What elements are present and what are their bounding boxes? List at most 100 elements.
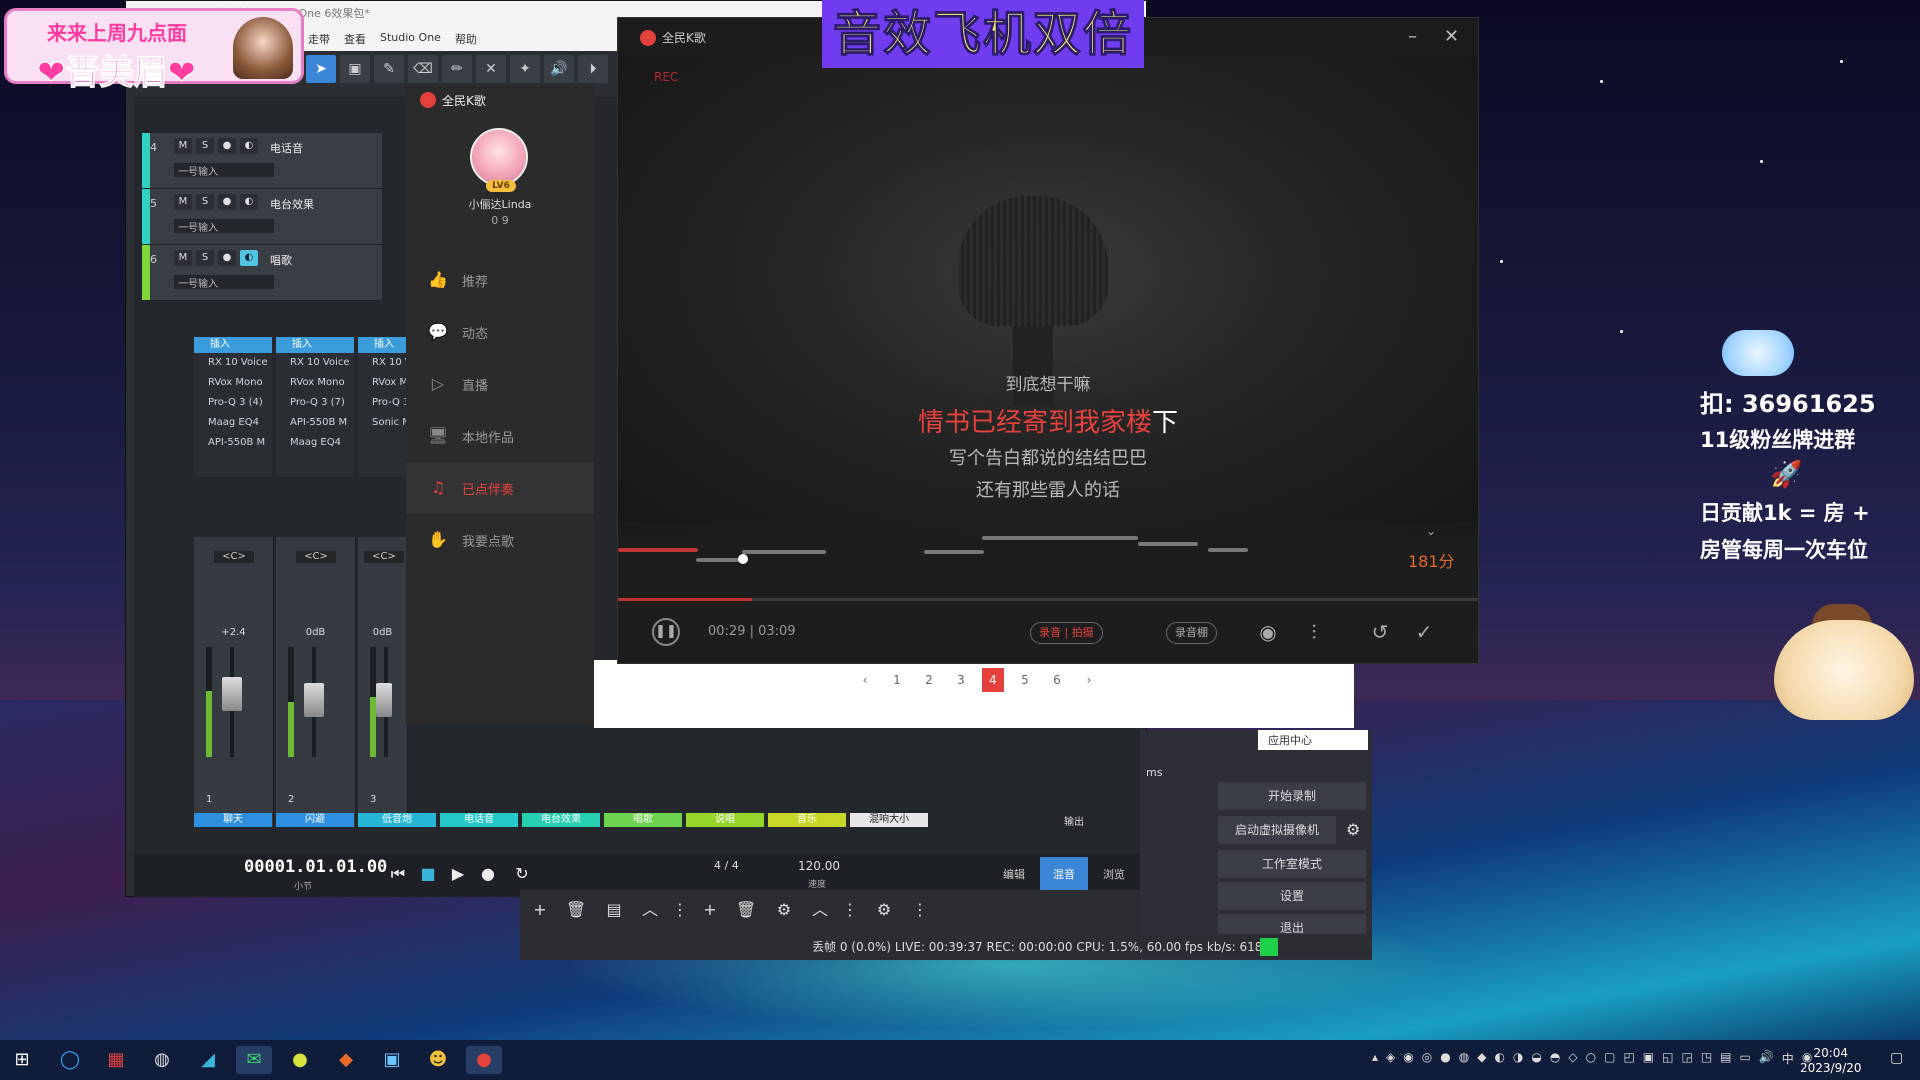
trash-icon[interactable]: 🗑 bbox=[562, 898, 590, 922]
tray-icon[interactable]: ◓ bbox=[1550, 1050, 1560, 1067]
menu-transport[interactable]: 走带 bbox=[308, 31, 330, 46]
app-center-link[interactable]: 应用中心 bbox=[1258, 730, 1368, 750]
tab-edit[interactable]: 编辑 bbox=[990, 857, 1038, 893]
restart-icon[interactable]: ↺ bbox=[1366, 618, 1394, 646]
timecode-display[interactable]: 00001.01.01.00 bbox=[244, 857, 387, 877]
track-header[interactable]: 5 M S ● ◐ 电台效果 一号输入 bbox=[142, 189, 382, 245]
add-icon[interactable]: + bbox=[696, 898, 724, 922]
page-link[interactable]: 6 bbox=[1046, 668, 1068, 692]
bend-tool-icon[interactable]: ✦ bbox=[510, 55, 540, 83]
search-icon[interactable]: ◯ bbox=[52, 1046, 88, 1074]
channel-label[interactable]: 电台效果 bbox=[522, 813, 600, 827]
menu-studio-one[interactable]: Studio One bbox=[380, 31, 441, 45]
insert-header[interactable]: 插入 bbox=[358, 337, 408, 353]
insert-header[interactable]: 插入 bbox=[276, 337, 354, 353]
arrow-tool-icon[interactable]: ➤ bbox=[306, 55, 336, 83]
insert-slot[interactable]: Pro-Q 3 bbox=[358, 393, 408, 413]
filter-settings-icon[interactable]: ⚙ bbox=[870, 898, 898, 922]
move-up-icon[interactable]: ︿ bbox=[806, 898, 834, 922]
record-arm-button[interactable]: ● bbox=[218, 250, 236, 266]
network-icon[interactable]: ▭ bbox=[1740, 1050, 1751, 1067]
clock[interactable]: 20:04 2023/9/20 bbox=[1800, 1046, 1862, 1076]
volume-fader[interactable] bbox=[304, 683, 324, 717]
sidebar-item-recommend[interactable]: 👍 推荐 bbox=[406, 254, 594, 306]
channel-label[interactable]: 音乐 bbox=[768, 813, 846, 827]
pan-knob[interactable]: <C> bbox=[214, 551, 254, 563]
tray-icon[interactable]: ○ bbox=[1586, 1050, 1596, 1067]
tray-icon[interactable]: ▴ bbox=[1372, 1050, 1378, 1067]
channel-label[interactable]: 低音炮 bbox=[358, 813, 436, 827]
settings-button[interactable]: 设置 bbox=[1218, 882, 1366, 910]
stop-icon[interactable]: ■ bbox=[414, 861, 442, 887]
avatar[interactable] bbox=[470, 128, 528, 186]
more-icon[interactable]: ⋮ bbox=[836, 898, 864, 922]
mute-tool-icon[interactable]: ✕ bbox=[476, 55, 506, 83]
pan-knob[interactable]: <C> bbox=[364, 551, 404, 563]
track-name[interactable]: 电话音 bbox=[270, 140, 303, 156]
trash-icon[interactable]: 🗑 bbox=[732, 898, 760, 922]
tab-browse[interactable]: 浏览 bbox=[1090, 857, 1138, 893]
tray-icon[interactable]: ◐ bbox=[1494, 1050, 1504, 1067]
track-name[interactable]: 唱歌 bbox=[270, 252, 292, 268]
song-progress-bar[interactable] bbox=[618, 598, 1478, 601]
sidebar-item-queued-songs[interactable]: ♫ 已点伴奏 bbox=[406, 462, 594, 514]
start-recording-button[interactable]: 开始录制 bbox=[1218, 782, 1366, 810]
insert-slot[interactable]: RVox Mono bbox=[276, 373, 354, 393]
insert-slot[interactable]: RX 10 Voi bbox=[358, 353, 408, 373]
tray-icon[interactable]: ● bbox=[1440, 1050, 1450, 1067]
insert-header[interactable]: 插入 bbox=[194, 337, 272, 353]
app-icon[interactable]: ☻ bbox=[420, 1046, 456, 1074]
app-icon[interactable]: ● bbox=[282, 1046, 318, 1074]
insert-slot[interactable]: RX 10 Voice bbox=[276, 353, 354, 373]
eraser-tool-icon[interactable]: ⌫ bbox=[408, 55, 438, 83]
split-tool-icon[interactable]: ✎ bbox=[374, 55, 404, 83]
tray-icon[interactable]: ◎ bbox=[1422, 1050, 1432, 1067]
close-icon[interactable]: ✕ bbox=[1444, 26, 1459, 47]
volume-fader[interactable] bbox=[376, 683, 392, 717]
mute-button[interactable]: M bbox=[174, 250, 192, 266]
record-icon[interactable]: ● bbox=[474, 861, 502, 887]
tab-mix[interactable]: 混音 bbox=[1040, 857, 1088, 893]
range-tool-icon[interactable]: ▣ bbox=[340, 55, 370, 83]
insert-slot[interactable]: RX 10 Voice bbox=[194, 353, 272, 373]
tray-icon[interactable]: ◆ bbox=[1477, 1050, 1486, 1067]
more-icon[interactable]: ⋮ bbox=[666, 898, 694, 922]
wechat-icon[interactable]: ✉ bbox=[236, 1046, 272, 1074]
track-name[interactable]: 电台效果 bbox=[270, 196, 314, 212]
finish-check-icon[interactable]: ✓ bbox=[1410, 618, 1438, 646]
tray-icon[interactable]: ◰ bbox=[1623, 1050, 1634, 1067]
tray-icon[interactable]: ◉ bbox=[1403, 1050, 1413, 1067]
sidebar-item-feed[interactable]: 💬 动态 bbox=[406, 306, 594, 358]
app-icon[interactable]: ▦ bbox=[98, 1046, 134, 1074]
tempo-value[interactable]: 120.00 bbox=[798, 859, 840, 873]
app-icon[interactable]: ◍ bbox=[144, 1046, 180, 1074]
channel-label[interactable]: 说唱 bbox=[686, 813, 764, 827]
equalizer-icon[interactable]: ⫶ bbox=[1300, 618, 1328, 646]
insert-slot[interactable]: RVox Mo bbox=[358, 373, 408, 393]
time-signature[interactable]: 4 / 4 bbox=[714, 859, 739, 872]
sidebar-item-live[interactable]: ▷ 直播 bbox=[406, 358, 594, 410]
add-icon[interactable]: + bbox=[526, 898, 554, 922]
channel-label[interactable]: 聊天 bbox=[194, 813, 272, 827]
windows-start-icon[interactable]: ⊞ bbox=[4, 1046, 40, 1074]
user-name[interactable]: 小俪达Linda bbox=[406, 196, 594, 212]
page-link[interactable]: 3 bbox=[950, 668, 972, 692]
tray-icon[interactable]: ◱ bbox=[1662, 1050, 1673, 1067]
channel-label[interactable]: 电话音 bbox=[440, 813, 518, 827]
page-link[interactable]: 1 bbox=[886, 668, 908, 692]
sidebar-item-request-song[interactable]: ✋ 我要点歌 bbox=[406, 514, 594, 566]
tray-icon[interactable]: ◲ bbox=[1681, 1050, 1692, 1067]
rewind-icon[interactable]: ⏮ bbox=[384, 861, 412, 887]
volume-icon[interactable]: 🔊 bbox=[1759, 1050, 1774, 1067]
app-icon[interactable]: ▣ bbox=[374, 1046, 410, 1074]
track-input-select[interactable]: 一号输入 bbox=[174, 275, 274, 290]
next-page-icon[interactable]: › bbox=[1078, 668, 1100, 692]
camera-icon[interactable]: ◉ bbox=[1254, 618, 1282, 646]
record-mode-toggle[interactable]: 录音 | 拍摄 bbox=[1030, 622, 1103, 644]
page-link[interactable]: 5 bbox=[1014, 668, 1036, 692]
solo-button[interactable]: S bbox=[196, 194, 214, 210]
tray-icon[interactable]: ◑ bbox=[1513, 1050, 1523, 1067]
move-up-icon[interactable]: ︿ bbox=[636, 898, 664, 922]
insert-slot[interactable]: Pro-Q 3 (7) bbox=[276, 393, 354, 413]
properties-icon[interactable]: ▤ bbox=[600, 898, 628, 922]
